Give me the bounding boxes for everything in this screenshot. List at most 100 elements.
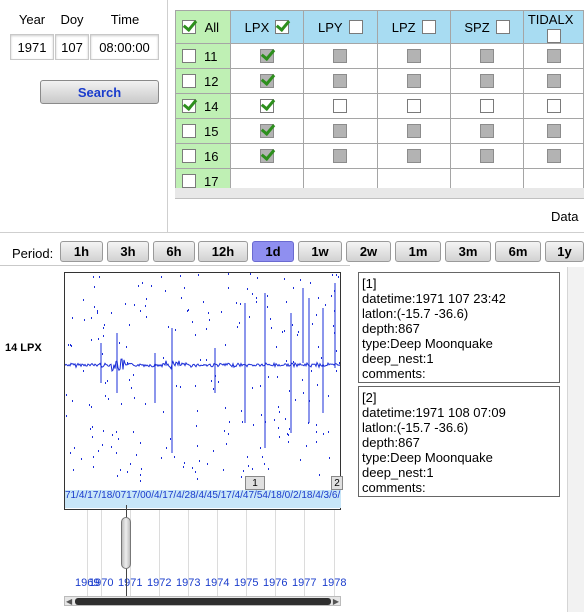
channel-cell[interactable]	[523, 42, 584, 69]
channel-checkbox[interactable]	[480, 149, 495, 164]
channel-header-lpy[interactable]: LPY	[303, 10, 378, 44]
channel-checkbox[interactable]	[333, 99, 348, 114]
period-button-12h[interactable]: 12h	[198, 241, 248, 262]
channel-checkbox[interactable]	[480, 124, 495, 139]
period-button-3h[interactable]: 3h	[107, 241, 149, 262]
year-label-1976[interactable]: 1976	[263, 577, 287, 589]
channel-cell[interactable]	[303, 142, 378, 169]
timeline-scrollbar[interactable]: ◀ ▶	[64, 596, 341, 606]
channel-cell[interactable]	[523, 92, 584, 119]
search-button[interactable]: Search	[40, 80, 159, 104]
year-label-1970[interactable]: 1970	[89, 577, 113, 589]
year-label-1978[interactable]: 1978	[322, 577, 346, 589]
period-button-1w[interactable]: 1w	[298, 241, 342, 262]
channel-checkbox-lpy[interactable]	[348, 20, 363, 35]
channel-cell[interactable]	[229, 67, 305, 94]
channel-cell[interactable]	[523, 67, 584, 94]
channel-cell[interactable]	[376, 67, 451, 94]
channel-header-tidalx[interactable]: TIDALX	[523, 10, 584, 44]
time-input[interactable]: 08:00:00	[90, 34, 159, 60]
channel-checkbox[interactable]	[406, 74, 421, 89]
channel-header-lpz[interactable]: LPZ	[376, 10, 451, 44]
channel-checkbox[interactable]	[546, 124, 561, 139]
seismogram-plot[interactable]	[64, 272, 341, 510]
channel-checkbox[interactable]	[333, 74, 348, 89]
channel-checkbox[interactable]	[546, 74, 561, 89]
channel-cell[interactable]	[376, 42, 451, 69]
channel-checkbox-tidalx[interactable]	[546, 28, 561, 43]
channel-cell[interactable]	[376, 92, 451, 119]
channel-cell[interactable]	[376, 142, 451, 169]
channel-cell[interactable]	[303, 92, 378, 119]
channel-header-lpx[interactable]: LPX	[229, 10, 305, 44]
channel-checkbox[interactable]	[480, 49, 495, 64]
channel-cell[interactable]	[449, 142, 525, 169]
channel-checkbox[interactable]	[480, 74, 495, 89]
all-cell[interactable]: All	[175, 10, 231, 44]
period-button-1h[interactable]: 1h	[60, 241, 103, 262]
channel-checkbox[interactable]	[546, 149, 561, 164]
period-button-6h[interactable]: 6h	[153, 241, 195, 262]
channel-checkbox[interactable]	[333, 49, 348, 64]
channel-cell[interactable]	[449, 117, 525, 144]
scroll-left-icon[interactable]: ◀	[66, 597, 72, 606]
channel-cell[interactable]	[303, 42, 378, 69]
channel-header-spz[interactable]: SPZ	[449, 10, 525, 44]
period-button-2w[interactable]: 2w	[346, 241, 391, 262]
year-label-1973[interactable]: 1973	[176, 577, 200, 589]
station-cell-16[interactable]: 16	[175, 142, 231, 169]
channel-checkbox[interactable]	[333, 124, 348, 139]
channel-checkbox[interactable]	[259, 149, 274, 164]
page-2-button[interactable]: 2	[331, 476, 343, 490]
channel-checkbox[interactable]	[259, 99, 274, 114]
channel-cell[interactable]	[449, 67, 525, 94]
grid-scrollbar[interactable]	[175, 188, 584, 199]
channel-cell[interactable]	[229, 142, 305, 169]
station-checkbox-14[interactable]	[182, 99, 196, 114]
period-button-1m[interactable]: 1m	[395, 241, 441, 262]
doy-input[interactable]: 107	[55, 34, 89, 60]
station-checkbox-15[interactable]	[182, 124, 196, 139]
station-checkbox-11[interactable]	[182, 49, 196, 64]
channel-checkbox[interactable]	[406, 49, 421, 64]
year-label-1974[interactable]: 1974	[205, 577, 229, 589]
channel-checkbox-spz[interactable]	[495, 20, 510, 35]
channel-checkbox-lpz[interactable]	[421, 20, 436, 35]
channel-cell[interactable]	[229, 117, 305, 144]
channel-cell[interactable]	[229, 42, 305, 69]
station-cell-12[interactable]: 12	[175, 67, 231, 94]
station-cell-15[interactable]: 15	[175, 117, 231, 144]
channel-cell[interactable]	[229, 92, 305, 119]
station-checkbox-12[interactable]	[182, 74, 196, 89]
station-cell-11[interactable]: 11	[175, 42, 231, 69]
channel-checkbox[interactable]	[406, 149, 421, 164]
year-label-1977[interactable]: 1977	[292, 577, 316, 589]
station-cell-14[interactable]: 14	[175, 92, 231, 119]
timeline-handle[interactable]	[121, 517, 131, 569]
period-button-1y[interactable]: 1y	[545, 241, 584, 262]
channel-cell[interactable]	[523, 142, 584, 169]
year-label-1972[interactable]: 1972	[147, 577, 171, 589]
channel-cell[interactable]	[303, 117, 378, 144]
channel-cell[interactable]	[376, 117, 451, 144]
year-label-1971[interactable]: 1971	[118, 577, 142, 589]
all-checkbox[interactable]	[182, 20, 196, 35]
year-timeline[interactable]: 1969 1970 1971 1972 1973 1974 1975 1976 1977 1978	[64, 510, 346, 598]
station-checkbox-16[interactable]	[182, 149, 196, 164]
event-panel-scrollbar[interactable]	[567, 267, 584, 612]
channel-cell[interactable]	[303, 67, 378, 94]
channel-cell[interactable]	[449, 92, 525, 119]
channel-checkbox[interactable]	[406, 99, 421, 114]
channel-checkbox[interactable]	[333, 149, 348, 164]
page-1-button[interactable]: 1	[245, 476, 265, 490]
year-label-1975[interactable]: 1975	[234, 577, 258, 589]
channel-checkbox[interactable]	[259, 49, 274, 64]
channel-checkbox[interactable]	[259, 124, 274, 139]
period-button-3m[interactable]: 3m	[445, 241, 491, 262]
scroll-right-icon[interactable]: ▶	[333, 597, 339, 606]
timeline-scroll-thumb[interactable]	[75, 598, 331, 605]
period-button-6m[interactable]: 6m	[495, 241, 541, 262]
channel-checkbox-lpx[interactable]	[275, 20, 290, 35]
channel-checkbox[interactable]	[406, 124, 421, 139]
channel-checkbox[interactable]	[546, 99, 561, 114]
